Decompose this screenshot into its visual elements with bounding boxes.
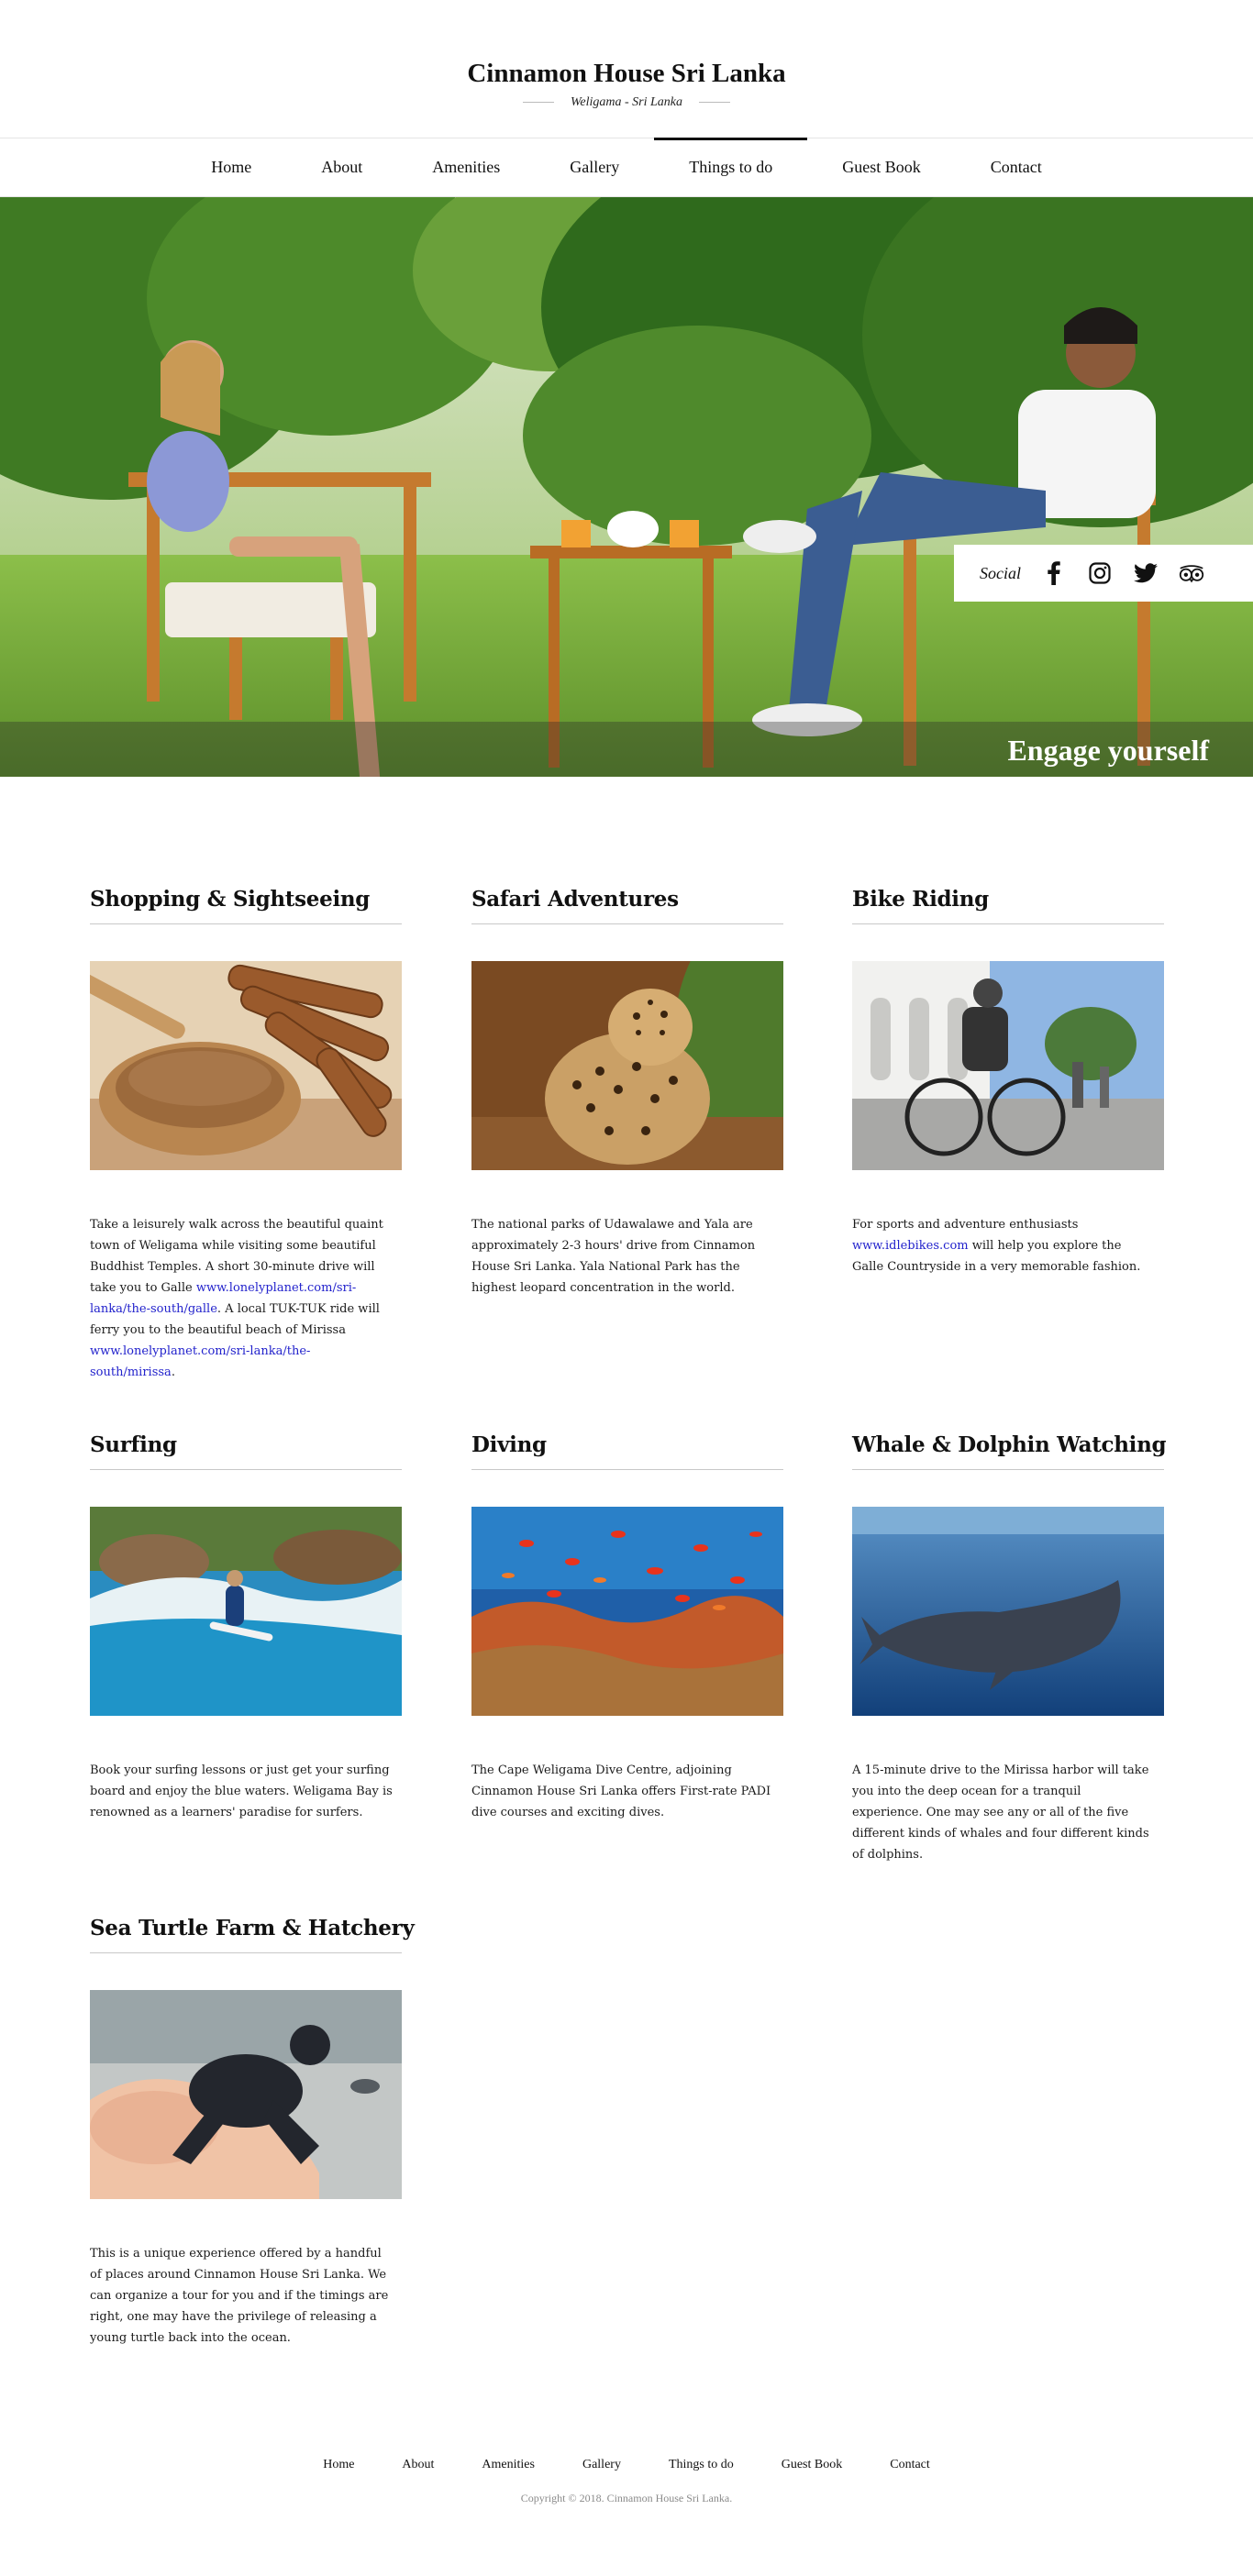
activity-description: Book your surfing lessons or just get yo… <box>90 1763 393 1819</box>
baby-turtle-photo <box>90 1990 402 2199</box>
hero-image <box>0 197 1253 777</box>
surfer-photo <box>90 1507 402 1716</box>
activity-title: Diving <box>471 1432 783 1470</box>
site-subtitle: Weligama - Sri Lanka <box>0 95 1253 110</box>
activity-description: The national parks of Udawalawe and Yala… <box>471 1218 756 1295</box>
activity-card-bike-riding: Bike Riding For sports and adventure ent… <box>852 887 1164 1277</box>
footer-link-things-to-do[interactable]: Things to do <box>645 2458 758 2472</box>
social-label: Social <box>980 563 1021 582</box>
footer-link-guest-book[interactable]: Guest Book <box>758 2458 867 2472</box>
subtitle-divider-right <box>698 102 730 104</box>
social-box: Social <box>954 545 1253 602</box>
activity-card-shopping: Shopping & Sightseeing Take a leisurely … <box>90 887 402 1383</box>
site-header: Cinnamon House Sri Lanka Weligama - Sri … <box>0 0 1253 138</box>
main-nav: Home About Amenities Gallery Things to d… <box>0 138 1253 197</box>
activity-title: Shopping & Sightseeing <box>90 887 402 924</box>
copyright-text: Copyright © 2018. Cinnamon House Sri Lan… <box>520 2492 733 2504</box>
tripadvisor-icon[interactable] <box>1179 560 1204 586</box>
activity-title: Safari Adventures <box>471 887 783 924</box>
footer-link-contact[interactable]: Contact <box>866 2458 954 2472</box>
hero-banner: Engage yourself Social <box>0 197 1253 777</box>
footer-nav: Home About Amenities Gallery Things to d… <box>0 2458 1253 2472</box>
hero-caption: Engage yourself <box>1007 734 1209 767</box>
activity-link[interactable]: www.lonelyplanet.com/sri-lanka/the-south… <box>90 1344 310 1379</box>
footer-link-gallery[interactable]: Gallery <box>559 2458 645 2472</box>
activity-card-diving: Diving The Cape Weligama Dive Centre, ad… <box>471 1432 783 1823</box>
nav-item-about[interactable]: About <box>286 138 397 196</box>
footer-link-amenities[interactable]: Amenities <box>458 2458 559 2472</box>
activity-description: For sports and adventure enthusiasts www… <box>852 1218 1141 1274</box>
footer-link-about[interactable]: About <box>378 2458 458 2472</box>
coral-reef-photo <box>471 1507 783 1716</box>
activities-section: Shopping & Sightseeing Take a leisurely … <box>0 777 1253 2382</box>
activity-title: Whale & Dolphin Watching <box>852 1432 1167 1470</box>
nav-item-contact[interactable]: Contact <box>956 138 1077 196</box>
cinnamon-spice-photo <box>90 961 402 1170</box>
activity-link[interactable]: www.lonelyplanet.com/sri-lanka/the-south… <box>90 1281 356 1316</box>
nav-item-home[interactable]: Home <box>176 138 286 196</box>
activity-description: Take a leisurely walk across the beautif… <box>90 1218 383 1379</box>
site-subtitle-text: Weligama - Sri Lanka <box>571 95 682 109</box>
whale-photo <box>852 1507 1164 1716</box>
bike-riders-photo <box>852 961 1164 1170</box>
activity-link[interactable]: www.idlebikes.com <box>852 1239 969 1253</box>
nav-item-guest-book[interactable]: Guest Book <box>807 138 956 196</box>
activity-description: A 15-minute drive to the Mirissa harbor … <box>852 1763 1149 1862</box>
site-footer: Home About Amenities Gallery Things to d… <box>0 2458 1253 2505</box>
activity-description: The Cape Weligama Dive Centre, adjoining… <box>471 1763 771 1819</box>
footer-link-home[interactable]: Home <box>299 2458 378 2472</box>
activity-title: Sea Turtle Farm & Hatchery <box>90 1916 415 1953</box>
nav-item-gallery[interactable]: Gallery <box>535 138 654 196</box>
nav-item-amenities[interactable]: Amenities <box>397 138 535 196</box>
facebook-icon[interactable] <box>1041 560 1067 586</box>
twitter-icon[interactable] <box>1133 560 1159 586</box>
activity-title: Bike Riding <box>852 887 1164 924</box>
activity-card-whale-dolphin: Whale & Dolphin Watching A 15-minute dri… <box>852 1432 1167 1865</box>
instagram-icon[interactable] <box>1087 560 1113 586</box>
nav-item-things-to-do[interactable]: Things to do <box>654 138 808 196</box>
site-title[interactable]: Cinnamon House Sri Lanka <box>0 59 1253 89</box>
subtitle-divider-left <box>523 102 554 104</box>
activity-card-sea-turtle: Sea Turtle Farm & Hatchery This is a uni… <box>90 1916 415 2349</box>
activity-description: This is a unique experience offered by a… <box>90 2247 389 2345</box>
activity-title: Surfing <box>90 1432 402 1470</box>
activity-card-surfing: Surfing Book your surfing lessons or jus… <box>90 1432 402 1823</box>
activity-card-safari: Safari Adventures The national parks of … <box>471 887 783 1299</box>
leopard-photo <box>471 961 783 1170</box>
